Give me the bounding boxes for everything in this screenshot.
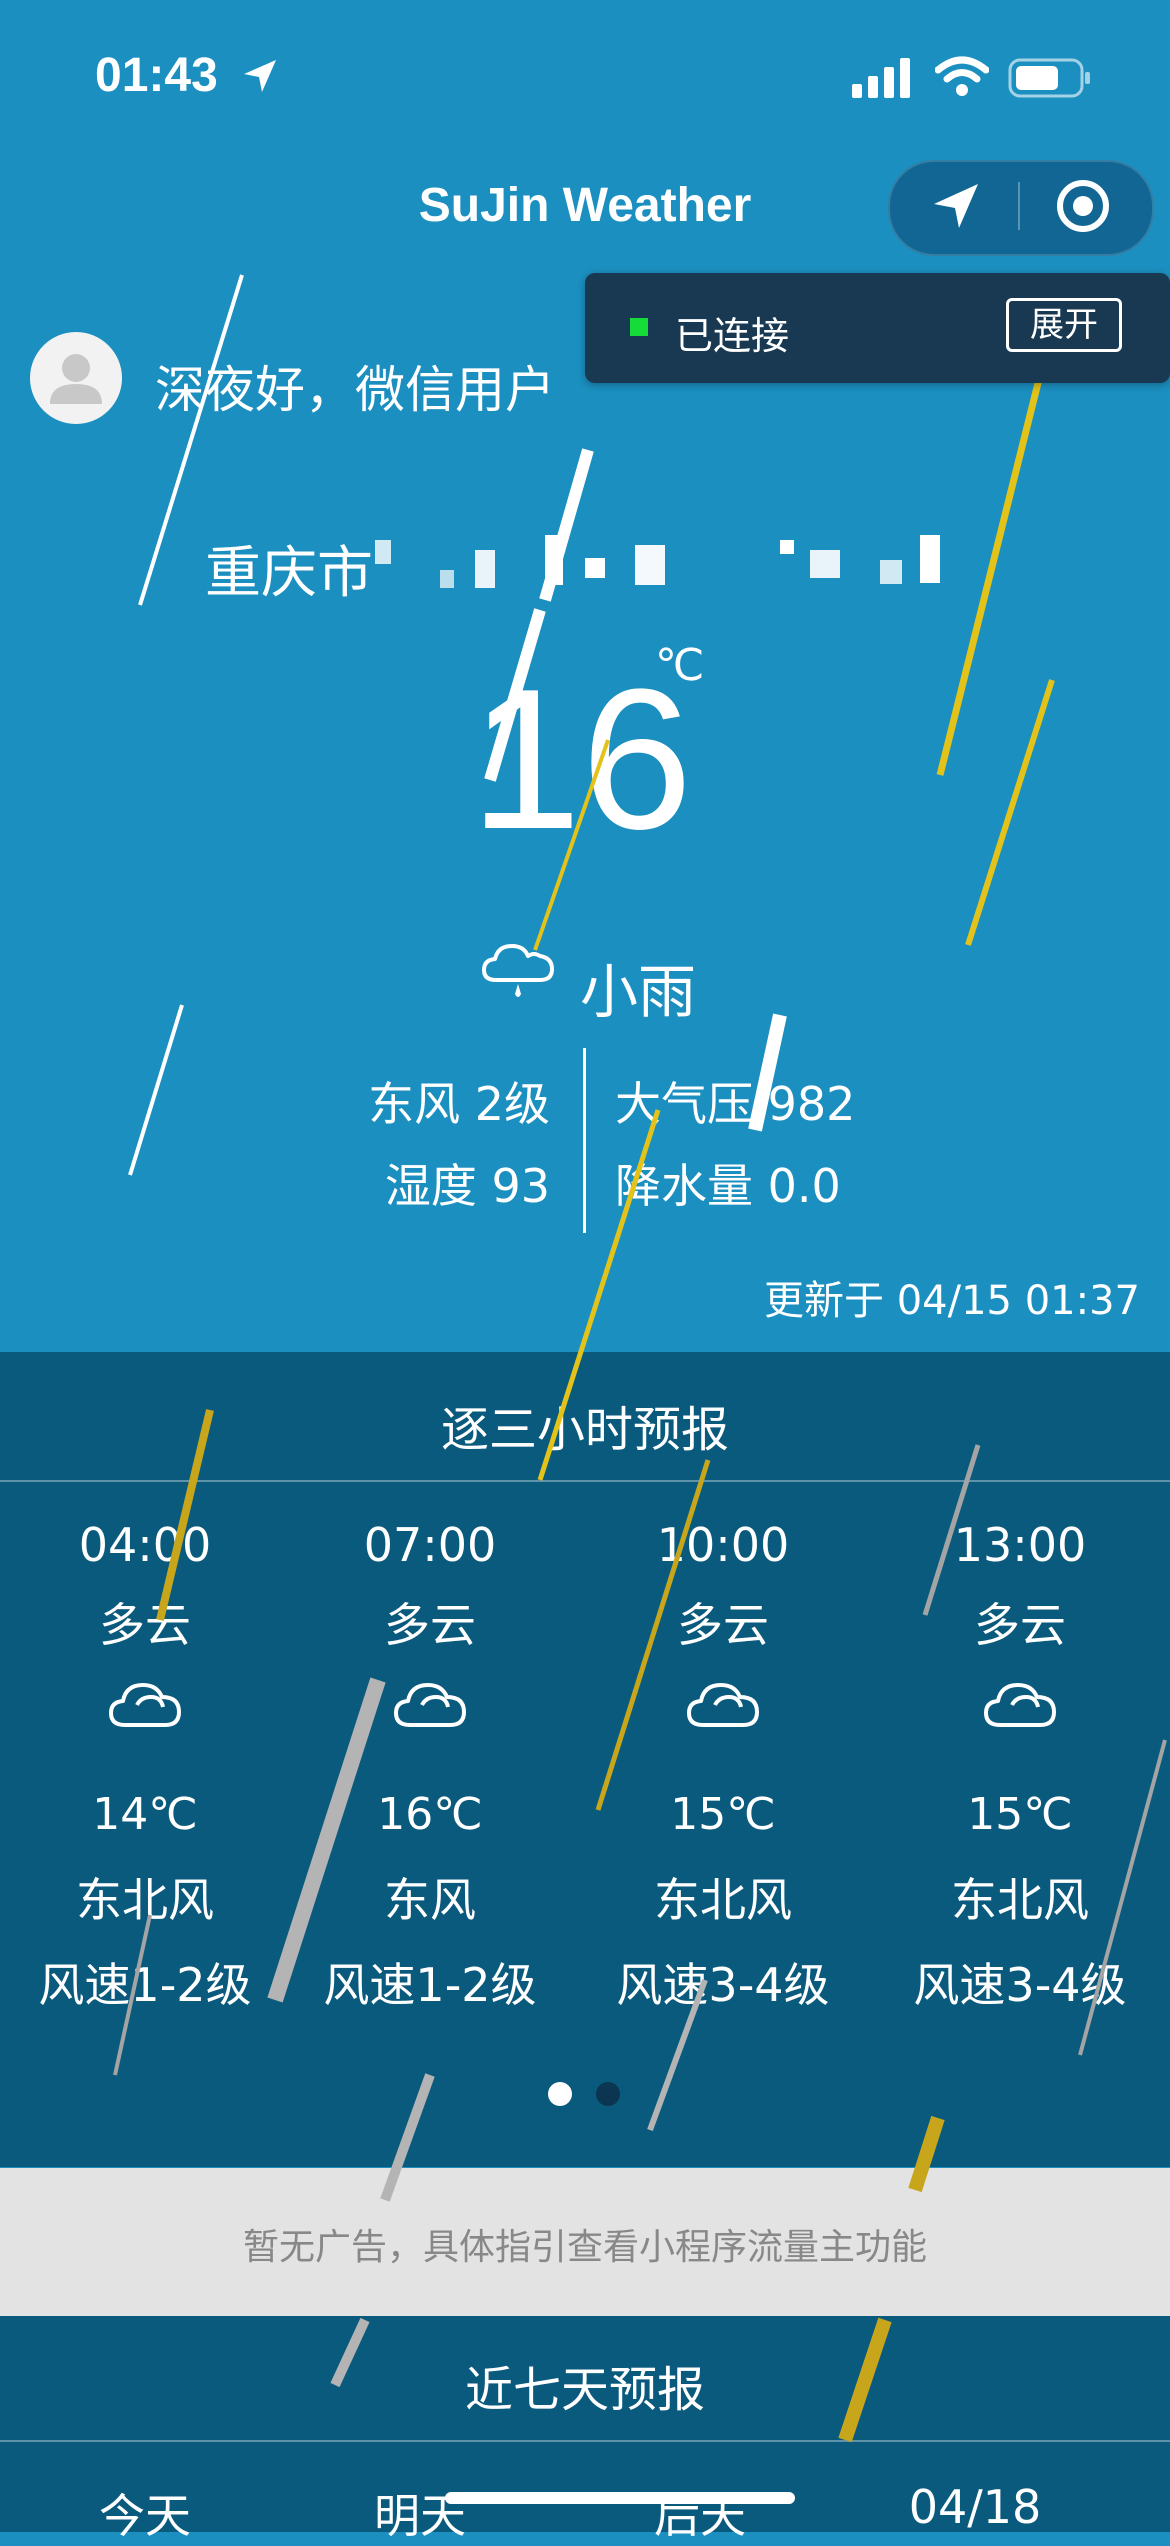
wifi-icon [934, 56, 990, 102]
detail-divider [583, 1048, 586, 1233]
hourly-condition: 多云 [974, 1598, 1066, 1652]
pressure-info: 大气压 982 [615, 1077, 856, 1131]
hourly-wind: 东北风 [76, 1873, 214, 1927]
hourly-forecast-title: 逐三小时预报 [440, 1402, 729, 1458]
hourly-temperature: 15℃ [670, 1789, 776, 1840]
cloud-icon [285, 1675, 575, 1785]
current-condition: 小雨 [580, 958, 697, 1026]
hourly-time: 13:00 [953, 1518, 1087, 1572]
temperature-unit: ℃ [655, 640, 705, 691]
hourly-temperature: 14℃ [92, 1789, 198, 1840]
hourly-condition: 多云 [99, 1598, 191, 1652]
ad-text: 暂无广告，具体指引查看小程序流量主功能 [242, 2227, 927, 2268]
section-divider [0, 1480, 1170, 1482]
connection-status-indicator [630, 318, 648, 336]
section-divider [0, 2440, 1170, 2442]
rain-cloud-icon [480, 938, 556, 1008]
seven-day-title: 近七天预报 [464, 2362, 705, 2418]
connection-status-text: 已连接 [675, 314, 790, 358]
location-city[interactable]: 重庆市 [205, 528, 373, 609]
hourly-temperature: 16℃ [377, 1789, 483, 1840]
humidity-info: 湿度 93 [384, 1159, 550, 1213]
hourly-condition: 多云 [677, 1598, 769, 1652]
precipitation-info: 降水量 0.0 [615, 1159, 841, 1213]
hourly-temperature: 15℃ [967, 1789, 1073, 1840]
page-indicator-dot-active[interactable] [548, 2082, 572, 2106]
navigation-arrow-icon[interactable] [928, 178, 984, 238]
updated-time: 更新于 04/15 01:37 [764, 1278, 1140, 1324]
target-icon[interactable] [1055, 178, 1111, 238]
home-indicator[interactable] [445, 2492, 795, 2504]
hourly-item: 04:00 多云 14℃ 东北风 风速1-2级 [0, 1515, 290, 2015]
hourly-wind-speed: 风速3-4级 [913, 1958, 1127, 2012]
hourly-wind: 东北风 [951, 1873, 1089, 1927]
hourly-time: 07:00 [363, 1518, 497, 1572]
hourly-wind-speed: 风速3-4级 [616, 1958, 830, 2012]
hourly-item: 10:00 多云 15℃ 东北风 风速3-4级 [578, 1515, 868, 2015]
address-mask [360, 530, 960, 610]
hourly-wind-speed: 风速1-2级 [38, 1958, 252, 2012]
hourly-time: 04:00 [78, 1518, 212, 1572]
day-label: 明天 [374, 2489, 466, 2543]
day-label: 后天 [654, 2489, 746, 2543]
hourly-time: 10:00 [656, 1518, 790, 1572]
hourly-wind-speed: 风速1-2级 [323, 1958, 537, 2012]
hourly-wind: 东风 [384, 1873, 476, 1927]
hourly-wind: 东北风 [654, 1873, 792, 1927]
day-label: 04/18 [908, 2480, 1042, 2534]
battery-icon [1008, 58, 1092, 102]
location-arrow-icon [240, 56, 280, 100]
user-avatar-icon[interactable] [30, 332, 122, 424]
greeting-text: 深夜好，微信用户 [155, 361, 555, 419]
cloud-icon [578, 1675, 868, 1785]
capsule-divider [1018, 182, 1020, 230]
cloud-icon [0, 1675, 290, 1785]
signal-icon [852, 58, 916, 102]
page-indicator-dot[interactable] [596, 2082, 620, 2106]
day-label: 今天 [99, 2489, 191, 2543]
expand-button[interactable]: 展开 [1006, 298, 1122, 352]
status-time: 01:43 [95, 49, 218, 102]
cloud-icon [875, 1675, 1165, 1785]
hourly-item: 13:00 多云 15℃ 东北风 风速3-4级 [875, 1515, 1165, 2015]
wind-info: 东风 2级 [368, 1077, 550, 1131]
hourly-condition: 多云 [384, 1598, 476, 1652]
hourly-item: 07:00 多云 16℃ 东风 风速1-2级 [285, 1515, 575, 2015]
